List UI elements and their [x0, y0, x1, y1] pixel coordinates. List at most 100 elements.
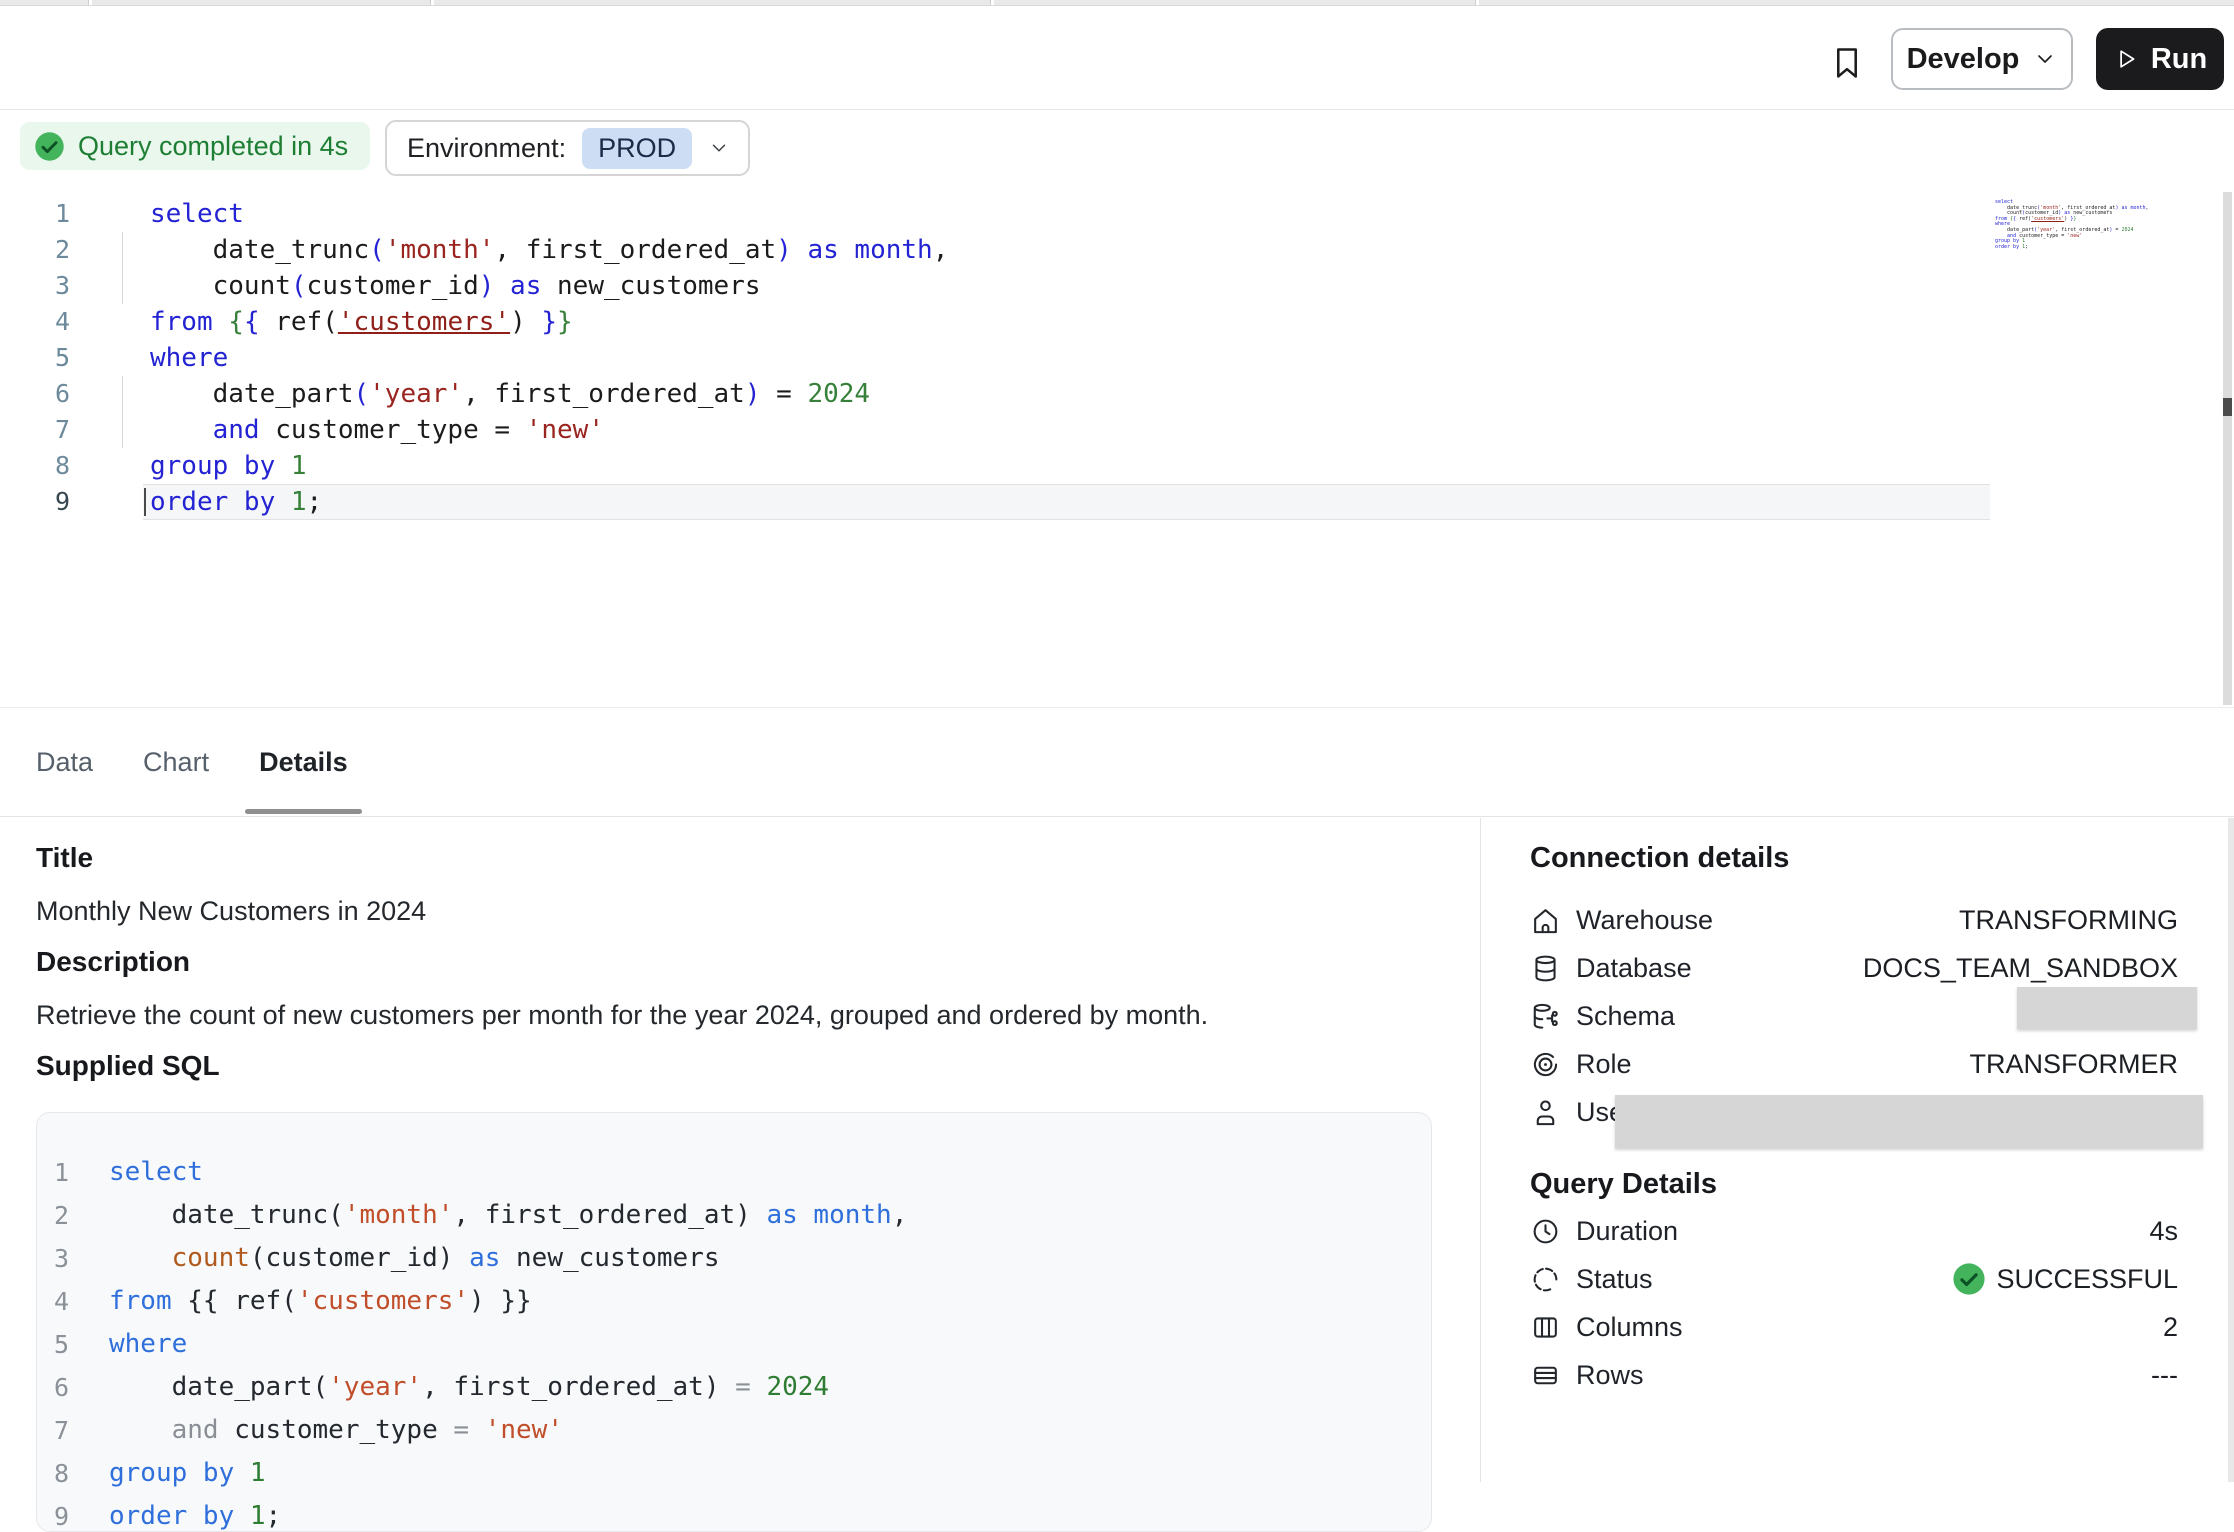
- status-row: Status SUCCESSFUL: [1530, 1257, 2178, 1301]
- user-icon: [1530, 1097, 1561, 1128]
- warehouse-row: WarehouseTRANSFORMING: [1530, 898, 2178, 942]
- editor-minimap[interactable]: select date_trunc('month', first_ordered…: [1995, 200, 2113, 250]
- database-icon: [1530, 953, 1561, 984]
- develop-dropdown-button[interactable]: Develop: [1891, 28, 2073, 90]
- editor-scrollbar-thumb[interactable]: [2223, 398, 2232, 416]
- play-icon: [2113, 46, 2139, 72]
- code-text: group by 1: [109, 1452, 266, 1495]
- code-line[interactable]: 8group by 1: [0, 448, 2234, 484]
- query-status-text: Query completed in 4s: [78, 131, 348, 162]
- minimap-line: order by 1;: [1995, 245, 2113, 251]
- rows-row: Rows---: [1530, 1353, 2178, 1397]
- tab-chart[interactable]: Chart: [143, 708, 209, 816]
- rows-label: Rows: [1576, 1360, 1644, 1391]
- duration-label: Duration: [1576, 1216, 1678, 1247]
- code-line[interactable]: 2 date_trunc('month', first_ordered_at) …: [0, 232, 2234, 268]
- code-text: date_part('year', first_ordered_at) = 20…: [109, 1366, 829, 1409]
- code-text: group by 1: [150, 448, 307, 484]
- rows-icon: [1530, 1360, 1561, 1391]
- code-line[interactable]: 3 count(customer_id) as new_customers: [37, 1237, 1431, 1280]
- page-scrollbar[interactable]: [2228, 818, 2234, 1482]
- bookmark-icon[interactable]: [1828, 42, 1866, 84]
- query-status-pill: Query completed in 4s: [20, 122, 370, 170]
- line-number: 5: [0, 340, 70, 376]
- code-line[interactable]: 7 and customer_type = 'new': [0, 412, 2234, 448]
- code-text: from {{ ref('customers') }}: [109, 1280, 532, 1323]
- line-number: 3: [0, 268, 70, 304]
- database-row: DatabaseDOCS_TEAM_SANDBOX: [1530, 946, 2178, 990]
- code-line[interactable]: 3 count(customer_id) as new_customers: [0, 268, 2234, 304]
- code-line[interactable]: 9 order by 1;: [37, 1495, 1431, 1532]
- code-text: from {{ ref('customers') }}: [150, 304, 573, 340]
- description-value: Retrieve the count of new customers per …: [36, 1000, 1208, 1031]
- status-label: Status: [1576, 1264, 1653, 1295]
- line-number: 7: [45, 1409, 69, 1452]
- clock-icon: [1530, 1216, 1561, 1247]
- tab-data[interactable]: Data: [36, 708, 93, 816]
- results-tabbar: Data Chart Details: [0, 707, 2234, 817]
- code-text: select: [150, 196, 244, 232]
- tab-details[interactable]: Details: [259, 708, 348, 816]
- line-number: 4: [45, 1280, 69, 1323]
- code-line[interactable]: 6 date_part('year', first_ordered_at) = …: [0, 376, 2234, 412]
- tab-strip-divider: [990, 0, 994, 5]
- connection-details-heading: Connection details: [1530, 842, 1789, 875]
- line-number: 6: [0, 376, 70, 412]
- title-value: Monthly New Customers in 2024: [36, 896, 426, 927]
- user-redacted-value: [1615, 1095, 2203, 1148]
- check-circle-icon: [34, 131, 65, 162]
- line-number: 3: [45, 1237, 69, 1280]
- code-text: where: [150, 340, 228, 376]
- line-number: 7: [0, 412, 70, 448]
- columns-icon: [1530, 1312, 1561, 1343]
- environment-value-chip: PROD: [582, 128, 692, 169]
- code-line[interactable]: 1 select: [0, 196, 2234, 232]
- line-number: 9: [0, 484, 70, 520]
- tab-strip-divider: [1475, 0, 1479, 5]
- columns-row: Columns2: [1530, 1305, 2178, 1349]
- code-line[interactable]: 7 and customer_type = 'new': [37, 1409, 1431, 1452]
- schema-icon: [1530, 1001, 1561, 1032]
- code-line[interactable]: 8group by 1: [37, 1452, 1431, 1495]
- warehouse-label: Warehouse: [1576, 905, 1713, 936]
- code-text: order by 1;: [109, 1495, 281, 1532]
- title-heading: Title: [36, 842, 93, 874]
- code-text: select: [109, 1151, 203, 1194]
- role-row: Role TRANSFORMER: [1530, 1042, 2178, 1086]
- environment-selector[interactable]: Environment: PROD: [385, 120, 750, 176]
- role-label: Role: [1576, 1049, 1632, 1080]
- code-line[interactable]: 9order by 1;: [0, 484, 2234, 520]
- line-number: 2: [45, 1194, 69, 1237]
- code-text: date_part('year', first_ordered_at) = 20…: [150, 376, 870, 412]
- sql-editor[interactable]: 1 select2 date_trunc('month', first_order…: [0, 190, 2234, 707]
- description-heading: Description: [36, 946, 190, 978]
- run-button-label: Run: [2151, 43, 2207, 76]
- code-line[interactable]: 4from {{ ref('customers') }}: [0, 304, 2234, 340]
- editor-code-lines[interactable]: 1 select2 date_trunc('month', first_order…: [0, 196, 2234, 520]
- run-button[interactable]: Run: [2096, 28, 2224, 90]
- duration-value: 4s: [2149, 1216, 2178, 1247]
- code-line[interactable]: 6 date_part('year', first_ordered_at) = …: [37, 1366, 1431, 1409]
- columns-label: Columns: [1576, 1312, 1683, 1343]
- indent-guide: [122, 376, 123, 448]
- code-text: date_trunc('month', first_ordered_at) as…: [109, 1194, 907, 1237]
- role-value: TRANSFORMER: [1970, 1049, 2179, 1080]
- code-line[interactable]: 1 select: [37, 1151, 1431, 1194]
- code-line[interactable]: 4 from {{ ref('customers') }}: [37, 1280, 1431, 1323]
- database-value: DOCS_TEAM_SANDBOX: [1863, 953, 2178, 984]
- editor-scrollbar[interactable]: [2223, 192, 2232, 705]
- line-number: 9: [45, 1495, 69, 1532]
- line-number: 1: [0, 196, 70, 232]
- schema-redacted-value: [2017, 987, 2197, 1029]
- status-value: SUCCESSFUL: [1952, 1262, 2178, 1296]
- code-text: date_trunc('month', first_ordered_at) as…: [150, 232, 948, 268]
- code-text: and customer_type = 'new': [109, 1409, 563, 1452]
- line-number: 1: [45, 1151, 69, 1194]
- query-details-heading: Query Details: [1530, 1168, 1717, 1201]
- code-line[interactable]: 2 date_trunc('month', first_ordered_at) …: [37, 1194, 1431, 1237]
- line-number: 5: [45, 1323, 69, 1366]
- line-number: 6: [45, 1366, 69, 1409]
- code-line[interactable]: 5 where: [0, 340, 2234, 376]
- supplied-sql-code-block: 1select2 date_trunc('month', first_order…: [36, 1112, 1432, 1532]
- code-line[interactable]: 5where: [37, 1323, 1431, 1366]
